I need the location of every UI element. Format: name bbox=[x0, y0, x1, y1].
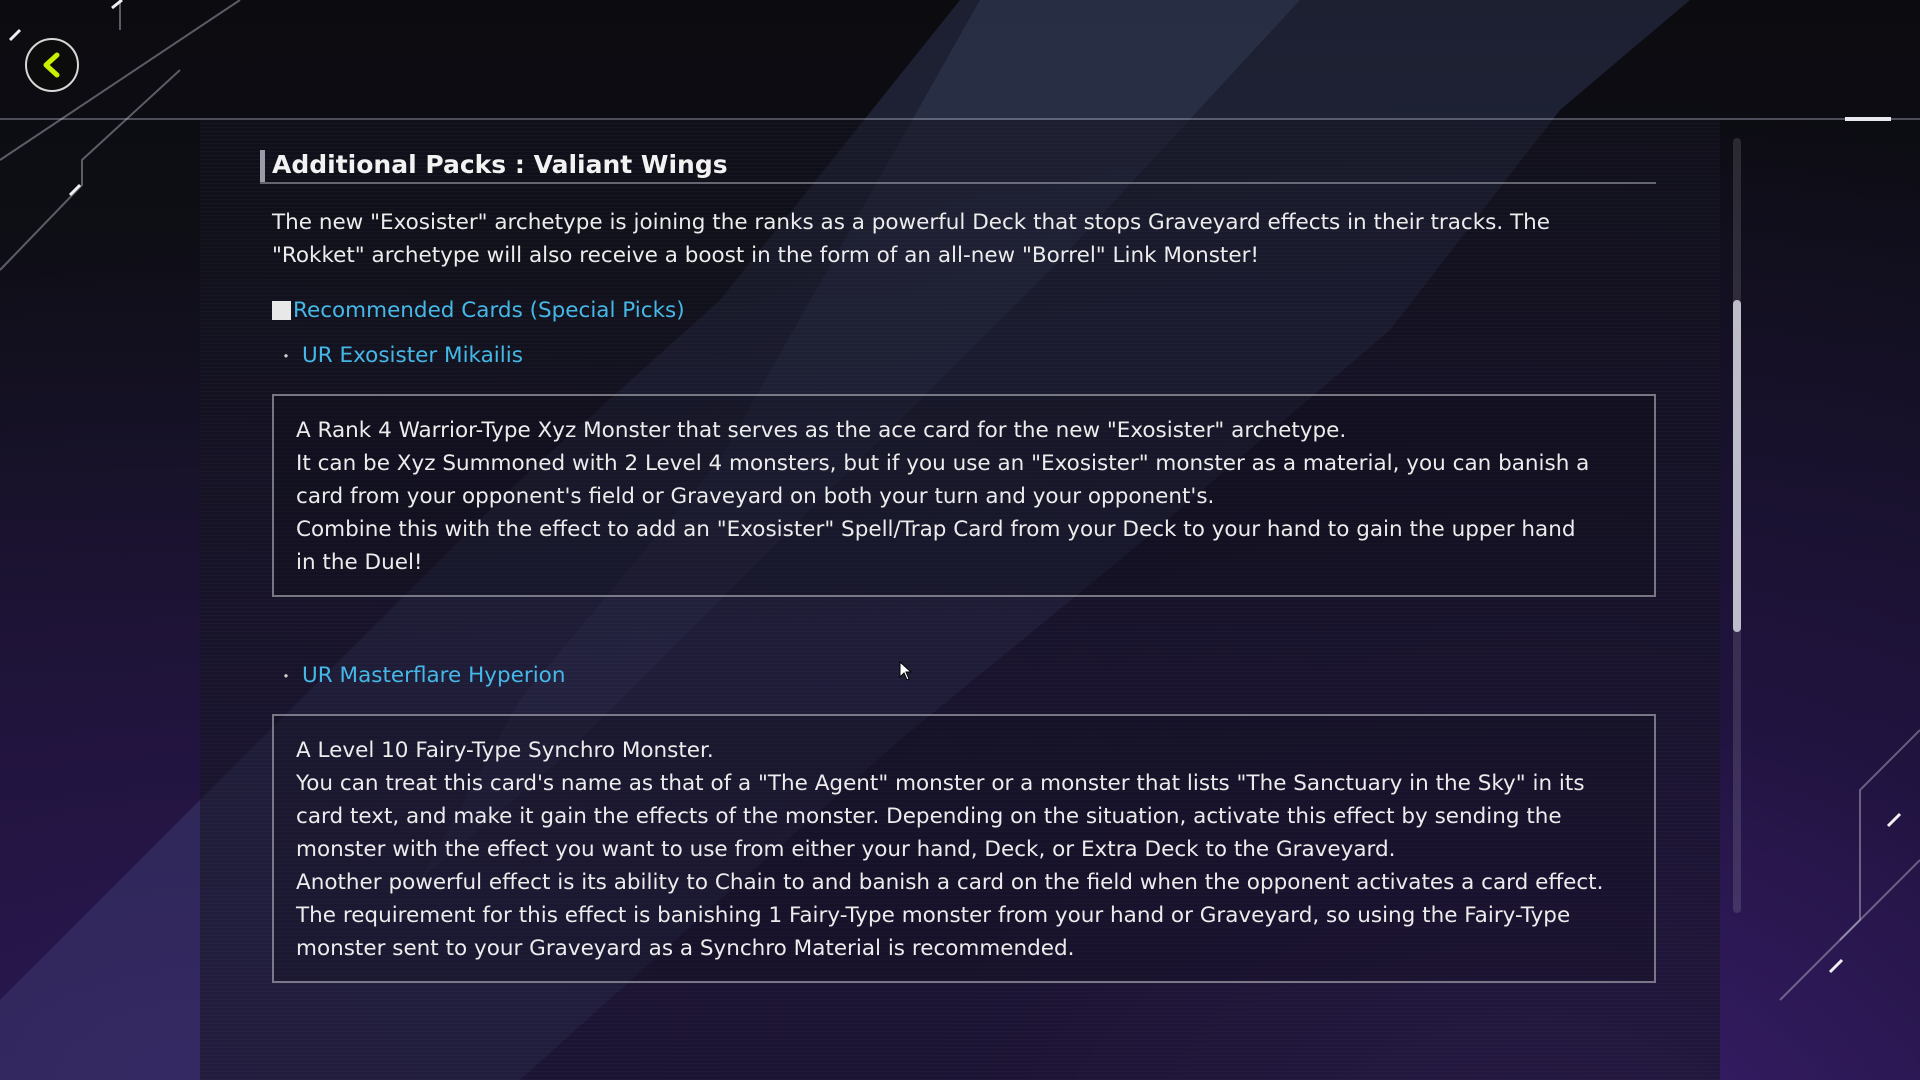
description-line: monster with the effect you want to use … bbox=[296, 837, 1396, 862]
article-intro: The new "Exosister" archetype is joining… bbox=[272, 206, 1652, 272]
article-content: Additional Packs : Valiant Wings The new… bbox=[260, 148, 1656, 983]
card-link-label: UR Masterflare Hyperion bbox=[302, 663, 566, 688]
mouse-cursor-icon bbox=[899, 661, 913, 681]
card-description-box: A Level 10 Fairy-Type Synchro Monster. Y… bbox=[272, 714, 1656, 983]
section-heading-label: Recommended Cards (Special Picks) bbox=[293, 298, 685, 323]
description-line: card from your opponent's field or Grave… bbox=[296, 484, 1215, 509]
description-line: Another powerful effect is its ability t… bbox=[296, 870, 1604, 895]
description-line: A Level 10 Fairy-Type Synchro Monster. bbox=[296, 738, 714, 763]
dot-bullet-icon: ・ bbox=[278, 347, 295, 366]
description-line: The requirement for this effect is banis… bbox=[296, 903, 1571, 928]
description-line: card text, and make it gain the effects … bbox=[296, 804, 1562, 829]
intro-line: "Rokket" archetype will also receive a b… bbox=[272, 243, 1260, 268]
description-line: in the Duel! bbox=[296, 550, 423, 575]
scrollbar-thumb[interactable] bbox=[1733, 300, 1741, 632]
recommended-cards-heading[interactable]: Recommended Cards (Special Picks) bbox=[272, 298, 1656, 323]
article-title-row: Additional Packs : Valiant Wings bbox=[260, 148, 1656, 184]
description-line: Combine this with the effect to add an "… bbox=[296, 517, 1576, 542]
description-line: A Rank 4 Warrior-Type Xyz Monster that s… bbox=[296, 418, 1347, 443]
header-divider-accent bbox=[1845, 117, 1891, 121]
description-line: monster sent to your Graveyard as a Sync… bbox=[296, 936, 1075, 961]
card-link-label: UR Exosister Mikailis bbox=[302, 343, 523, 368]
chevron-left-icon bbox=[43, 52, 60, 78]
dot-bullet-icon: ・ bbox=[278, 667, 295, 686]
intro-line: The new "Exosister" archetype is joining… bbox=[272, 210, 1551, 235]
description-line: You can treat this card's name as that o… bbox=[296, 771, 1585, 796]
screen: Additional Packs : Valiant Wings The new… bbox=[0, 0, 1920, 1080]
card-link-exosister-mikailis[interactable]: ・ UR Exosister Mikailis bbox=[278, 343, 1656, 368]
card-link-masterflare-hyperion[interactable]: ・ UR Masterflare Hyperion bbox=[278, 663, 1656, 688]
card-description-box: A Rank 4 Warrior-Type Xyz Monster that s… bbox=[272, 394, 1656, 597]
back-button[interactable] bbox=[25, 38, 79, 92]
description-line: It can be Xyz Summoned with 2 Level 4 mo… bbox=[296, 451, 1590, 476]
square-bullet-icon bbox=[272, 301, 291, 320]
article-title: Additional Packs : Valiant Wings bbox=[272, 150, 728, 179]
